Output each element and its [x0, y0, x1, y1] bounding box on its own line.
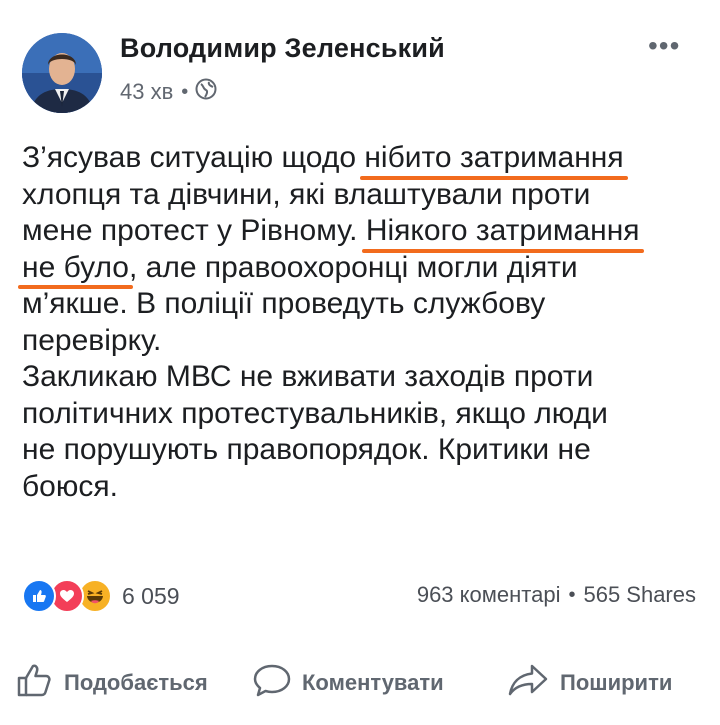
- post-text-line: З’ясував ситуацію щодо нібито затримання: [22, 140, 712, 180]
- comment-icon: [252, 660, 302, 706]
- author-name[interactable]: Володимир Зеленський: [120, 33, 445, 64]
- avatar[interactable]: [22, 33, 102, 113]
- more-horizontal-icon[interactable]: •••: [648, 30, 680, 62]
- globe-icon: [195, 78, 217, 106]
- post-text-segment: політичних протестувальників, якщо люди: [22, 396, 608, 430]
- comment-button[interactable]: Коментувати: [252, 658, 444, 708]
- post-text-segment: З’ясував ситуацію щодо: [22, 141, 365, 174]
- like-button[interactable]: Подобається: [14, 658, 208, 708]
- post-text-line: перевірку.: [22, 323, 712, 360]
- post-text-line: хлопця та дівчини, які влаштували проти: [22, 177, 712, 214]
- post-text-segment: Закликаю МВС не вживати заходів проти: [22, 360, 594, 393]
- thumbs-up-icon: [14, 660, 64, 706]
- separator-dot: •: [568, 583, 576, 606]
- share-icon: [506, 660, 560, 706]
- highlight-underline: [360, 175, 628, 180]
- post-text-segment: м’якше. В поліції проведуть службову: [22, 287, 546, 320]
- highlighted-phrase: не було: [18, 250, 133, 289]
- post-text-segment: перевірку.: [22, 323, 162, 357]
- highlight-underline: [18, 285, 133, 289]
- comments-count[interactable]: 963 коментарі: [417, 582, 561, 608]
- post-text-line: Закликаю МВС не вживати заходів проти: [22, 359, 712, 396]
- comment-label: Коментувати: [302, 670, 444, 695]
- like-icon: [22, 579, 56, 613]
- highlighted-phrase: Ніякого затримання: [361, 213, 644, 253]
- post-meta: 43 хв •: [120, 78, 217, 106]
- post-text-line: політичних протестувальників, якщо люди: [22, 396, 712, 433]
- post-text-segment: не порушують правопорядок. Критики не: [22, 433, 591, 466]
- separator-dot: •: [181, 80, 189, 103]
- post-text-segment: боюся.: [22, 469, 118, 503]
- reaction-count: 6 059: [122, 582, 180, 609]
- share-button[interactable]: Поширити: [506, 658, 672, 708]
- post-text-segment: мене протест у Рівному.: [22, 214, 366, 247]
- post-time[interactable]: 43 хв: [120, 79, 173, 105]
- post-text-line: не порушують правопорядок. Критики не: [22, 432, 712, 469]
- engagement-stats: 963 коментарі • 565 Shares: [417, 582, 696, 608]
- highlighted-phrase: нібито затримання: [360, 140, 628, 180]
- shares-count[interactable]: 565 Shares: [583, 582, 696, 608]
- reactions-summary[interactable]: 6 059: [22, 578, 180, 614]
- post-text-line: м’якше. В поліції проведуть службову: [22, 286, 712, 323]
- like-label: Подобається: [64, 670, 208, 695]
- action-bar: Подобається Коментувати Поширити: [0, 658, 720, 708]
- post-text-line: боюся.: [22, 469, 712, 506]
- share-label: Поширити: [560, 670, 673, 695]
- post-text-line: не було, але правоохоронці могли діяти: [18, 250, 712, 289]
- post-text: З’ясував ситуацію щодо нібито затримання…: [18, 140, 712, 506]
- post-header: Володимир Зеленський 43 хв • •••: [0, 0, 720, 120]
- post-text-line: мене протест у Рівному. Ніякого затриман…: [22, 213, 712, 253]
- post-text-segment: , але правоохоронці могли діяти: [128, 250, 578, 284]
- post-text-segment: хлопця та дівчини, які влаштували проти: [22, 177, 591, 211]
- highlight-underline: [361, 248, 644, 253]
